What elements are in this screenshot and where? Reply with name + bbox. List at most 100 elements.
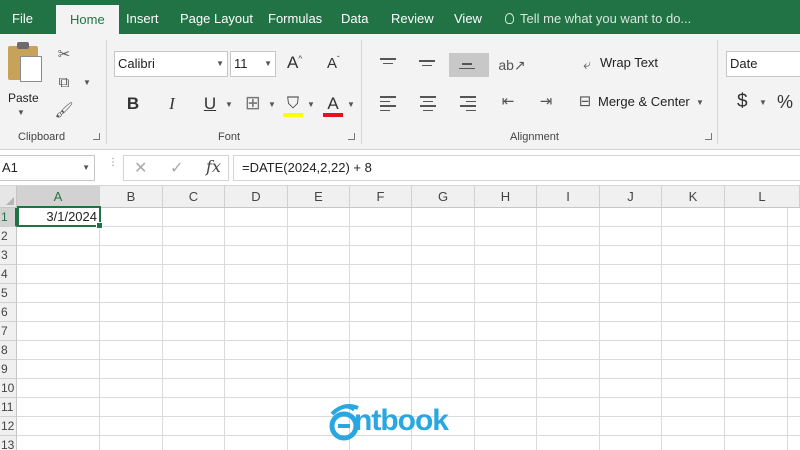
row-header-7[interactable]: 7 [0,322,17,341]
insert-function-icon[interactable]: fx [206,157,221,176]
align-right-icon[interactable] [460,96,480,112]
borders-dropdown-icon[interactable]: ▼ [268,100,276,109]
percent-button[interactable]: % [777,92,793,113]
name-box-value: A1 [2,160,18,175]
row-header-5[interactable]: 5 [0,284,17,303]
paste-dropdown-icon[interactable]: ▼ [17,108,25,117]
row-header-10[interactable]: 10 [0,379,17,398]
chevron-down-icon: ▼ [216,59,224,68]
gridline [17,226,800,227]
currency-button[interactable]: $ [737,91,748,113]
cell-a1[interactable]: 3/1/2024 [17,206,103,229]
column-header-g[interactable]: G [412,186,475,208]
tab-home[interactable]: Home [56,5,119,34]
gridline [536,208,537,450]
fill-color-dropdown-icon[interactable]: ▼ [307,100,315,109]
row-header-4[interactable]: 4 [0,265,17,284]
clipboard-launcher-icon[interactable] [93,133,100,140]
gridline [17,397,800,398]
italic-button[interactable]: I [160,91,184,117]
grow-font-button[interactable]: A^ [287,53,302,73]
group-separator [361,40,362,144]
ntbook-watermark: ntbook [328,400,478,442]
column-header-j[interactable]: J [600,186,662,208]
font-color-dropdown-icon[interactable]: ▼ [347,100,355,109]
shrink-font-button[interactable]: Aˇ [327,55,340,72]
row-header-2[interactable]: 2 [0,227,17,246]
font-launcher-icon[interactable] [348,133,355,140]
tab-page-layout[interactable]: Page Layout [180,0,253,34]
gridline [17,264,800,265]
font-size-value: 11 [234,56,248,71]
column-header-l[interactable]: L [725,186,800,208]
tab-view[interactable]: View [454,0,482,34]
row-header-8[interactable]: 8 [0,341,17,360]
underline-button[interactable]: U [198,91,222,117]
enter-icon[interactable]: ✓ [170,158,183,178]
currency-dropdown-icon[interactable]: ▼ [759,98,767,107]
font-color-button[interactable]: A [321,91,345,117]
ribbon: Paste ▼ ✂ ⧉ ▼ 🖌 Clipboard Calibri ▼ 11 ▼… [0,34,800,150]
number-format-select[interactable]: Date [726,51,800,77]
number-format-value: Date [730,56,758,71]
bold-button[interactable]: B [121,91,145,117]
merge-dropdown-icon[interactable]: ▼ [696,98,704,107]
row-header-11[interactable]: 11 [0,398,17,417]
decrease-indent-icon[interactable]: ⇤ [497,91,519,113]
format-painter-icon[interactable]: 🖌 [53,100,75,122]
column-header-a[interactable]: A [17,186,100,208]
font-name-select[interactable]: Calibri ▼ [114,51,228,77]
copy-dropdown-icon[interactable]: ▼ [76,72,98,94]
tab-formulas[interactable]: Formulas [268,0,322,34]
tab-file[interactable]: File [12,0,33,34]
increase-indent-icon[interactable]: ⇥ [535,91,557,113]
underline-dropdown-icon[interactable]: ▼ [225,100,233,109]
row-header-6[interactable]: 6 [0,303,17,322]
row-header-9[interactable]: 9 [0,360,17,379]
bottom-align-button[interactable] [449,53,489,77]
column-header-f[interactable]: F [350,186,412,208]
bottom-align-icon [459,63,479,79]
tab-data[interactable]: Data [341,0,368,34]
tab-review[interactable]: Review [391,0,434,34]
copy-icon[interactable]: ⧉ [53,72,75,94]
paste-icon [8,42,42,82]
gridline [787,208,788,450]
middle-align-icon[interactable] [419,60,439,76]
wrap-text-button[interactable]: Wrap Text [600,55,658,70]
select-all-button[interactable] [0,186,17,208]
merge-center-button[interactable]: Merge & Center [598,94,690,109]
row-header-3[interactable]: 3 [0,246,17,265]
alignment-group-label: Alignment [510,131,559,143]
merge-center-icon: ⊟ [578,93,592,110]
font-color-swatch [323,113,343,117]
fill-color-button[interactable]: ⛉ [281,91,305,117]
cut-icon[interactable]: ✂ [53,44,75,66]
align-left-icon[interactable] [380,96,400,112]
column-header-h[interactable]: H [475,186,537,208]
column-header-d[interactable]: D [225,186,288,208]
row-header-12[interactable]: 12 [0,417,17,436]
column-header-b[interactable]: B [100,186,163,208]
orientation-icon[interactable]: ab↗ [497,54,527,76]
formula-bar: A1 ▼ ⋮ ✕ ✓ fx =DATE(2024,2,22) + 8 [0,150,800,186]
chevron-down-icon: ▼ [264,59,272,68]
align-center-icon[interactable] [420,96,440,112]
font-size-select[interactable]: 11 ▼ [230,51,276,77]
column-header-c[interactable]: C [163,186,225,208]
borders-button[interactable]: ⊞ [241,91,265,117]
tab-insert[interactable]: Insert [126,0,159,34]
cancel-icon[interactable]: ✕ [134,158,147,178]
column-header-i[interactable]: I [537,186,600,208]
tell-me-search[interactable]: Tell me what you want to do... [505,0,691,34]
column-header-k[interactable]: K [662,186,725,208]
alignment-launcher-icon[interactable] [705,133,712,140]
column-header-e[interactable]: E [288,186,350,208]
row-header-1[interactable]: 1 [0,208,17,227]
fill-color-swatch [283,113,303,117]
formula-input[interactable]: =DATE(2024,2,22) + 8 [233,155,800,181]
row-header-13[interactable]: 13 [0,436,17,450]
top-align-icon[interactable] [380,58,400,74]
chevron-down-icon[interactable]: ▼ [82,156,90,180]
name-box[interactable]: A1 ▼ [0,155,95,181]
